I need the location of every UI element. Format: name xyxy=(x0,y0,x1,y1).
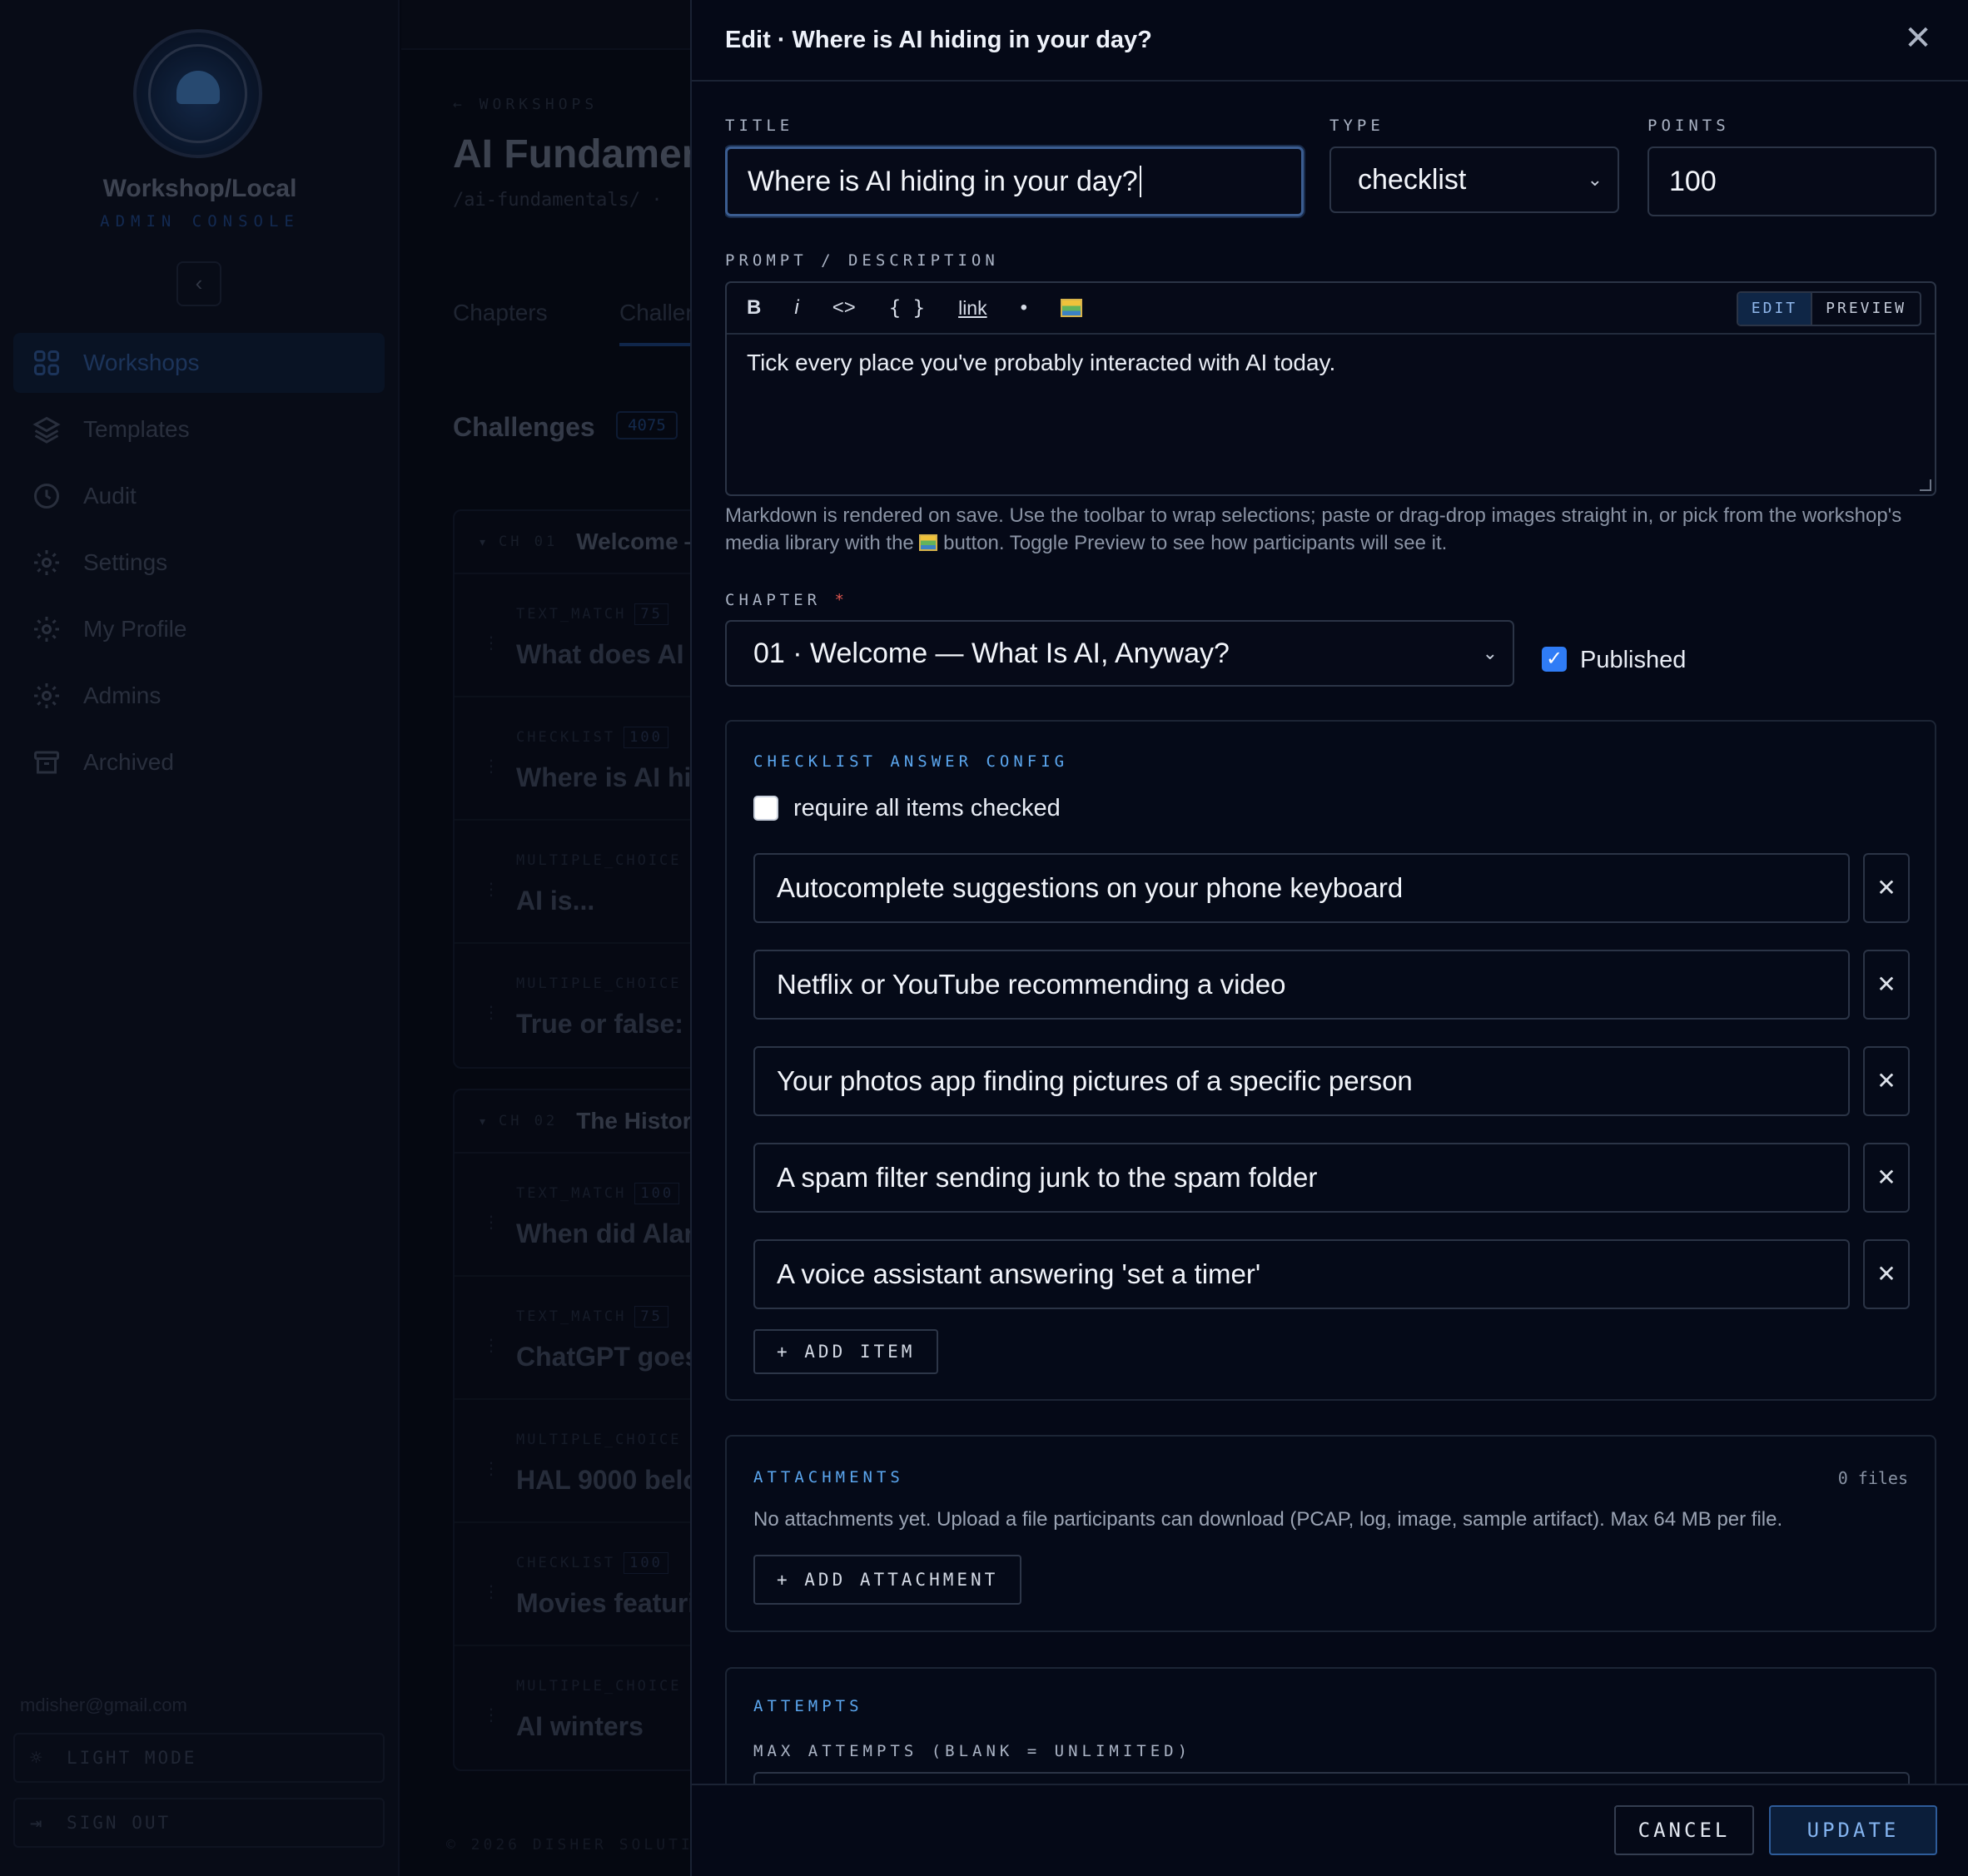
chapter-label: CHAPTER * xyxy=(725,591,848,609)
checklist-item-value: Autocomplete suggestions on your phone k… xyxy=(777,872,1404,903)
type-label: TYPE xyxy=(1329,117,1384,135)
close-icon: ✕ xyxy=(1876,971,1896,997)
checklist-config-title: CHECKLIST ANSWER CONFIG xyxy=(753,752,1069,771)
close-icon: ✕ xyxy=(1876,1164,1896,1190)
link-button[interactable]: link xyxy=(958,297,987,320)
edit-challenge-drawer: Edit · Where is AI hiding in your day? ✕… xyxy=(690,0,1968,1876)
prompt-label: PROMPT / DESCRIPTION xyxy=(725,251,999,270)
editor-toolbar: B i <> { } link • EDIT PREVIEW xyxy=(727,283,1935,335)
prompt-textarea[interactable]: Tick every place you've probably interac… xyxy=(747,350,1335,376)
remove-item-button[interactable]: ✕ xyxy=(1863,1143,1910,1213)
checklist-item-input[interactable]: Your photos app finding pictures of a sp… xyxy=(753,1046,1850,1116)
require-all-checkbox[interactable] xyxy=(753,796,778,821)
attachments-count: 0 files xyxy=(1837,1468,1908,1488)
close-icon[interactable]: ✕ xyxy=(1900,22,1936,58)
drawer-body: TITLE Where is AI hiding in your day? TY… xyxy=(725,82,1936,1784)
title-input-value: Where is AI hiding in your day? xyxy=(748,165,1138,197)
modal-backdrop[interactable] xyxy=(0,0,691,1876)
chevron-down-icon: ⌄ xyxy=(1482,643,1498,663)
markdown-editor: B i <> { } link • EDIT PREVIEW Tick ever… xyxy=(725,281,1936,496)
text-caret xyxy=(1139,166,1141,197)
close-icon: ✕ xyxy=(1876,875,1896,901)
inline-code-button[interactable]: <> xyxy=(832,296,856,320)
attempts-panel: ATTEMPTS MAX ATTEMPTS (BLANK = UNLIMITED… xyxy=(725,1667,1936,1784)
checklist-item-value: Netflix or YouTube recommending a video xyxy=(777,969,1286,1000)
remove-item-button[interactable]: ✕ xyxy=(1863,1046,1910,1116)
checklist-item-input[interactable]: A voice assistant answering 'set a timer… xyxy=(753,1239,1850,1309)
code-block-button[interactable]: { } xyxy=(889,296,925,320)
background-app: Workshop/Local ADMIN CONSOLE ‹ Workshops… xyxy=(0,0,691,1876)
add-item-button[interactable]: + ADD ITEM xyxy=(753,1329,939,1374)
cancel-button[interactable]: CANCEL xyxy=(1614,1805,1754,1855)
type-select[interactable]: checklist ⌄ xyxy=(1329,146,1619,213)
add-attachment-button[interactable]: + ADD ATTACHMENT xyxy=(753,1555,1022,1605)
bullet-list-button[interactable]: • xyxy=(1021,296,1027,320)
bold-button[interactable]: B xyxy=(747,296,761,320)
preview-mode-button[interactable]: PREVIEW xyxy=(1812,293,1920,325)
edit-preview-toggle: EDIT PREVIEW xyxy=(1736,291,1921,326)
image-icon xyxy=(919,534,938,551)
update-button[interactable]: UPDATE xyxy=(1769,1805,1937,1855)
edit-mode-button[interactable]: EDIT xyxy=(1737,293,1813,325)
checklist-item-value: Your photos app finding pictures of a sp… xyxy=(777,1065,1413,1096)
require-all-label[interactable]: require all items checked xyxy=(793,795,1061,822)
attempts-title: ATTEMPTS xyxy=(753,1697,863,1715)
drawer-title: Edit · Where is AI hiding in your day? xyxy=(725,26,1152,53)
markdown-help-text: Markdown is rendered on save. Use the to… xyxy=(725,502,1936,557)
checklist-config-panel: CHECKLIST ANSWER CONFIG require all item… xyxy=(725,720,1936,1401)
remove-item-button[interactable]: ✕ xyxy=(1863,1239,1910,1309)
points-label: POINTS xyxy=(1647,117,1730,135)
max-attempts-label: MAX ATTEMPTS (BLANK = UNLIMITED) xyxy=(753,1742,1192,1760)
drawer-header: Edit · Where is AI hiding in your day? ✕ xyxy=(692,0,1968,82)
remove-item-button[interactable]: ✕ xyxy=(1863,853,1910,923)
points-input-value: 100 xyxy=(1669,165,1717,197)
attachments-panel: ATTACHMENTS 0 files No attachments yet. … xyxy=(725,1435,1936,1632)
chapter-select-value: 01 · Welcome — What Is AI, Anyway? xyxy=(753,637,1230,669)
close-icon: ✕ xyxy=(1876,1068,1896,1094)
chapter-select[interactable]: 01 · Welcome — What Is AI, Anyway? ⌄ xyxy=(725,620,1514,687)
published-label[interactable]: Published xyxy=(1580,647,1686,674)
type-select-value: checklist xyxy=(1358,163,1467,196)
resize-handle-icon[interactable] xyxy=(1920,479,1931,491)
title-input[interactable]: Where is AI hiding in your day? xyxy=(725,146,1304,216)
max-attempts-input[interactable] xyxy=(753,1772,1910,1784)
drawer-footer: CANCEL UPDATE xyxy=(692,1784,1968,1876)
chevron-down-icon: ⌄ xyxy=(1587,169,1603,190)
title-label: TITLE xyxy=(725,117,794,135)
required-marker: * xyxy=(834,591,848,609)
attachments-empty-text: No attachments yet. Upload a file partic… xyxy=(753,1508,1783,1531)
chapter-label-text: CHAPTER xyxy=(725,591,822,609)
help-text-end: button. Toggle Preview to see how partic… xyxy=(937,532,1448,554)
checklist-item-input[interactable]: A spam filter sending junk to the spam f… xyxy=(753,1143,1850,1213)
remove-item-button[interactable]: ✕ xyxy=(1863,950,1910,1020)
italic-button[interactable]: i xyxy=(794,296,798,320)
checklist-item-value: A spam filter sending junk to the spam f… xyxy=(777,1162,1318,1193)
image-icon[interactable] xyxy=(1061,299,1082,317)
points-input[interactable]: 100 xyxy=(1647,146,1936,216)
checklist-item-input[interactable]: Autocomplete suggestions on your phone k… xyxy=(753,853,1850,923)
close-icon: ✕ xyxy=(1876,1261,1896,1287)
attachments-title: ATTACHMENTS xyxy=(753,1468,904,1486)
checklist-item-input[interactable]: Netflix or YouTube recommending a video xyxy=(753,950,1850,1020)
published-checkbox[interactable]: ✓ xyxy=(1542,647,1567,672)
checklist-item-value: A voice assistant answering 'set a timer… xyxy=(777,1258,1261,1289)
